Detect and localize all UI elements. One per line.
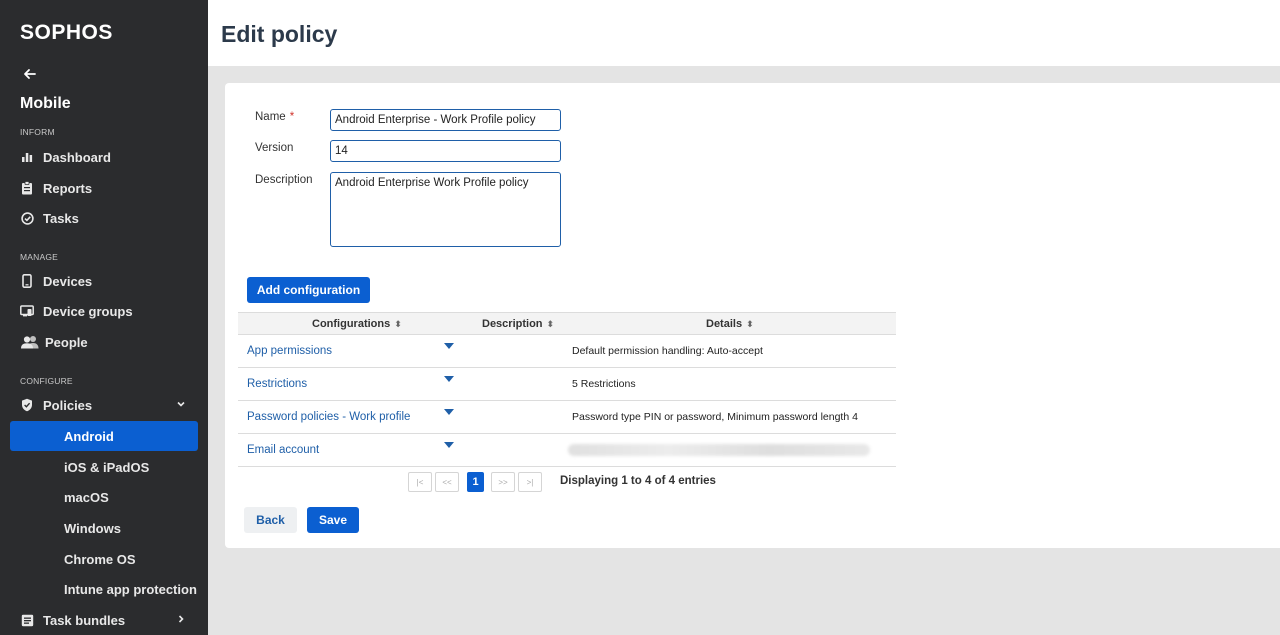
devices-icon — [20, 304, 34, 318]
chevron-down-icon[interactable] — [176, 399, 186, 409]
caret-down-icon[interactable] — [444, 409, 454, 415]
caret-down-icon[interactable] — [444, 343, 454, 349]
sidebar-item-label: Devices — [43, 273, 93, 289]
configuration-link[interactable]: Email account — [247, 444, 319, 456]
sort-icon: ⬍ — [546, 319, 555, 329]
sidebar-item-label: Task bundles — [43, 612, 126, 628]
required-mark: * — [289, 111, 295, 123]
group-label-configure: CONFIGURE — [20, 376, 73, 386]
table-row: App permissions Default permission handl… — [238, 335, 896, 368]
sort-icon: ⬍ — [394, 319, 402, 329]
column-header-description[interactable]: Description ⬍ — [482, 318, 554, 330]
details-cell: Default permission handling: Auto-accept — [572, 345, 763, 357]
phone-icon — [20, 274, 34, 288]
sidebar-item-policies[interactable]: Policies — [10, 390, 198, 420]
add-configuration-button[interactable]: Add configuration — [247, 277, 370, 303]
configuration-link[interactable]: App permissions — [247, 345, 332, 357]
sort-icon: ⬍ — [746, 319, 754, 329]
sidebar-subitem-macos[interactable]: macOS — [10, 482, 198, 512]
section-title: Mobile — [20, 95, 71, 112]
sidebar-item-label: Reports — [43, 180, 93, 196]
table-row: Email account — [238, 434, 896, 467]
page-header: Edit policy — [208, 0, 1280, 66]
configurations-table: Configurations ⬍ Description ⬍ Details ⬍ Ap… — [238, 312, 896, 467]
caret-down-icon[interactable] — [444, 442, 454, 448]
sidebar-item-people[interactable]: People — [10, 327, 198, 357]
sidebar-item-label: Tasks — [43, 210, 79, 226]
group-label-inform: INFORM — [20, 127, 55, 137]
clipboard-icon — [20, 181, 34, 195]
sidebar-item-dashboard[interactable]: Dashboard — [10, 142, 198, 172]
shield-check-icon — [20, 398, 34, 412]
table-row: Password policies - Work profile Passwor… — [238, 401, 896, 434]
people-icon — [20, 335, 40, 349]
sidebar-item-label: Policies — [43, 397, 93, 413]
sidebar-item-reports[interactable]: Reports — [10, 173, 198, 203]
column-header-details[interactable]: Details ⬍ — [706, 318, 754, 330]
sidebar-item-label: People — [45, 334, 88, 350]
sidebar-item-task-bundles[interactable]: Task bundles — [10, 605, 198, 635]
table-header: Configurations ⬍ Description ⬍ Details ⬍ — [238, 312, 896, 335]
version-label: Version — [255, 142, 294, 154]
configuration-link[interactable]: Password policies - Work profile — [247, 411, 410, 423]
sidebar-item-devices[interactable]: Devices — [10, 266, 198, 296]
sidebar-subitem-android[interactable]: Android — [10, 421, 198, 451]
details-cell: 5 Restrictions — [572, 378, 636, 390]
first-page-button[interactable]: |< — [408, 472, 432, 492]
next-page-button[interactable]: >> — [491, 472, 515, 492]
sidebar: SOPHOS Mobile INFORM Dashboard Reports T… — [0, 0, 208, 635]
configuration-link[interactable]: Restrictions — [247, 378, 307, 390]
group-label-manage: MANAGE — [20, 252, 59, 262]
sidebar-item-device-groups[interactable]: Device groups — [10, 296, 198, 326]
back-arrow-icon[interactable] — [22, 66, 38, 82]
previous-page-button[interactable]: << — [435, 472, 459, 492]
sidebar-item-label: Device groups — [43, 303, 133, 319]
description-label: Description — [255, 174, 313, 186]
redacted-details — [568, 444, 870, 456]
name-field[interactable] — [330, 109, 561, 131]
name-label: Name * — [255, 111, 295, 123]
description-field[interactable]: Android Enterprise Work Profile policy — [330, 172, 561, 247]
page-title: Edit policy — [221, 21, 338, 47]
details-cell: Password type PIN or password, Minimum p… — [572, 411, 858, 423]
save-button[interactable]: Save — [307, 507, 359, 533]
last-page-button[interactable]: >| — [518, 472, 542, 492]
chevron-right-icon[interactable] — [176, 614, 186, 624]
sidebar-subitem-chrome-os[interactable]: Chrome OS — [10, 544, 198, 574]
caret-down-icon[interactable] — [444, 376, 454, 382]
check-circle-icon — [20, 211, 34, 225]
sidebar-subitem-windows[interactable]: Windows — [10, 513, 198, 543]
sophos-logo[interactable]: SOPHOS — [20, 21, 113, 45]
pagination-info: Displaying 1 to 4 of 4 entries — [560, 475, 716, 487]
sidebar-item-tasks[interactable]: Tasks — [10, 203, 198, 233]
sidebar-subitem-intune-app-protection[interactable]: Intune app protection — [10, 574, 198, 604]
back-button[interactable]: Back — [244, 507, 297, 533]
bar-chart-icon — [20, 150, 34, 164]
column-header-configurations[interactable]: Configurations ⬍ — [312, 318, 402, 330]
version-field[interactable] — [330, 140, 561, 162]
current-page-button[interactable]: 1 — [467, 472, 484, 492]
sidebar-subitem-ios-ipados[interactable]: iOS & iPadOS — [10, 452, 198, 482]
task-bundle-icon — [20, 613, 34, 627]
table-row: Restrictions 5 Restrictions — [238, 368, 896, 401]
sidebar-item-label: Dashboard — [43, 149, 111, 165]
